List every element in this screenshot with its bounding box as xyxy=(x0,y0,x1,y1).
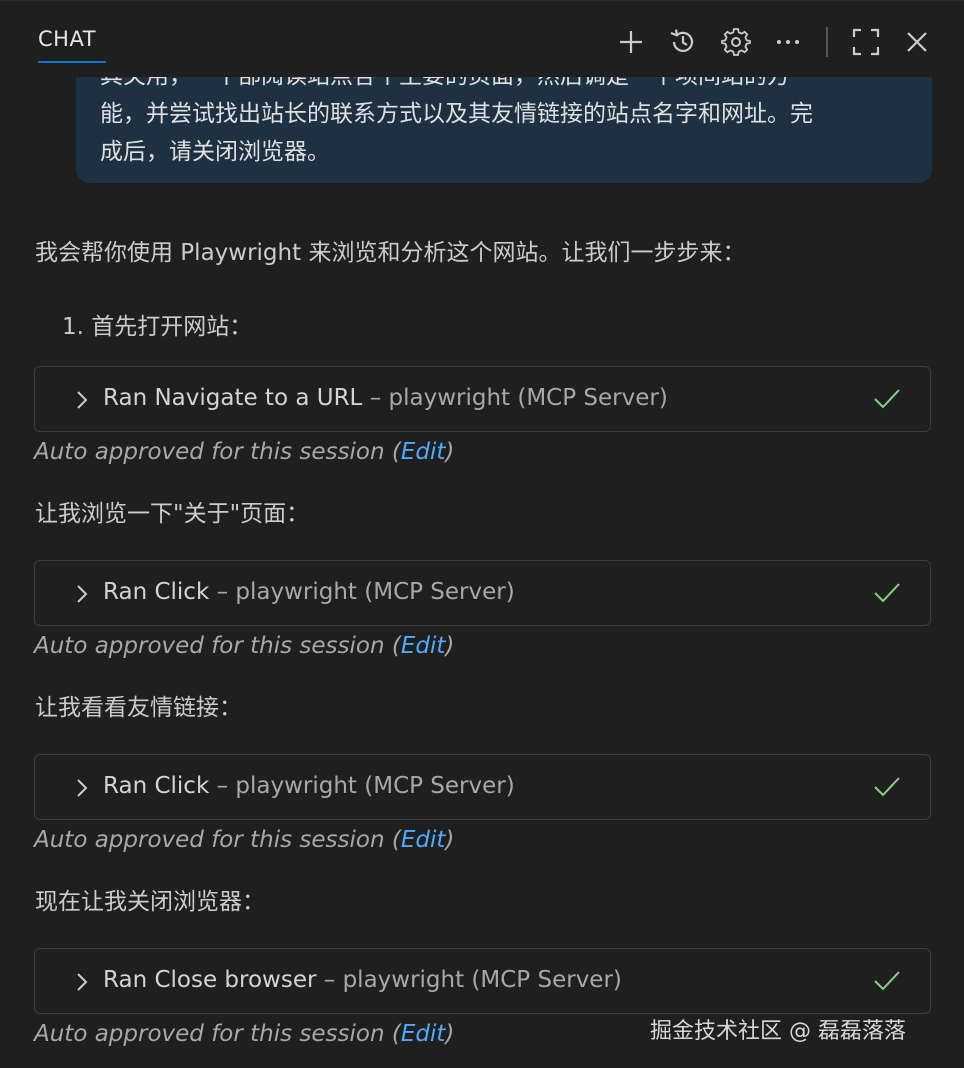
approved-text: Auto approved for this session ( xyxy=(34,827,401,853)
more-icon[interactable] xyxy=(772,25,804,59)
plus-icon[interactable] xyxy=(615,25,647,59)
user-message-line: 能，并尝试找出站长的联系方式以及其友情链接的站点名字和网址。完 xyxy=(100,101,813,127)
tool-call-name: Ran Click xyxy=(103,579,210,605)
response-paragraph-close: 现在让我关闭浏览器： xyxy=(35,889,265,915)
approved-text-end: ) xyxy=(445,439,455,465)
tool-call-click[interactable]: Ran Click – playwright (MCP Server) xyxy=(34,754,931,820)
edit-link[interactable]: Edit xyxy=(401,827,446,853)
chevron-right-icon xyxy=(77,391,88,409)
tab-active-indicator xyxy=(38,61,106,63)
tool-call-label: Ran Click – playwright (MCP Server) xyxy=(103,579,515,605)
auto-approved-note: Auto approved for this session (Edit) xyxy=(34,439,454,465)
auto-approved-note: Auto approved for this session (Edit) xyxy=(34,633,454,659)
tool-call-label: Ran Navigate to a URL – playwright (MCP … xyxy=(103,385,668,411)
check-icon xyxy=(874,583,900,603)
history-icon[interactable] xyxy=(667,25,699,59)
approved-text-end: ) xyxy=(445,1021,455,1047)
chat-panel: 其关用，一个部阅读站点各个主要的页面，然后调是一个项间站的方 能，并尝试找出站长… xyxy=(0,0,964,1068)
tool-call-navigate[interactable]: Ran Navigate to a URL – playwright (MCP … xyxy=(34,366,931,432)
header-separator xyxy=(826,27,828,57)
user-message-line: 成后，请关闭浏览器。 xyxy=(100,139,330,165)
edit-link[interactable]: Edit xyxy=(401,1021,446,1047)
response-paragraph-about: 让我浏览一下"关于"页面： xyxy=(35,501,310,527)
approved-text: Auto approved for this session ( xyxy=(34,633,401,659)
close-icon[interactable] xyxy=(901,25,933,59)
check-icon xyxy=(874,971,900,991)
tool-call-click[interactable]: Ran Click – playwright (MCP Server) xyxy=(34,560,931,626)
tool-call-label: Ran Click – playwright (MCP Server) xyxy=(103,773,515,799)
check-icon xyxy=(874,777,900,797)
tool-call-source: – playwright (MCP Server) xyxy=(216,579,515,605)
approved-text-end: ) xyxy=(445,633,455,659)
chat-header: CHAT xyxy=(0,1,964,77)
response-intro: 我会帮你使用 Playwright 来浏览和分析这个网站。让我们一步步来： xyxy=(35,240,746,266)
chevron-right-icon xyxy=(77,779,88,797)
chevron-right-icon xyxy=(77,973,88,991)
tool-call-source: – playwright (MCP Server) xyxy=(323,967,622,993)
response-step-1: 1. 首先打开网站： xyxy=(62,314,253,340)
edit-link[interactable]: Edit xyxy=(401,439,446,465)
maximize-icon[interactable] xyxy=(850,25,882,59)
tool-call-source: – playwright (MCP Server) xyxy=(369,385,668,411)
approved-text-end: ) xyxy=(445,827,455,853)
approved-text: Auto approved for this session ( xyxy=(34,1021,401,1047)
check-icon xyxy=(874,389,900,409)
tool-call-name: Ran Click xyxy=(103,773,210,799)
tab-chat[interactable]: CHAT xyxy=(38,27,96,51)
auto-approved-note: Auto approved for this session (Edit) xyxy=(34,1021,454,1047)
tool-call-name: Ran Close browser xyxy=(103,967,317,993)
tool-call-close-browser[interactable]: Ran Close browser – playwright (MCP Serv… xyxy=(34,948,931,1014)
tool-call-source: – playwright (MCP Server) xyxy=(216,773,515,799)
auto-approved-note: Auto approved for this session (Edit) xyxy=(34,827,454,853)
edit-link[interactable]: Edit xyxy=(401,633,446,659)
response-paragraph-links: 让我看看友情链接： xyxy=(35,695,242,721)
tool-call-label: Ran Close browser – playwright (MCP Serv… xyxy=(103,967,622,993)
watermark: 掘金技术社区 @ 磊磊落落 xyxy=(650,1019,906,1044)
gear-icon[interactable] xyxy=(720,25,752,59)
chevron-right-icon xyxy=(77,585,88,603)
tool-call-name: Ran Navigate to a URL xyxy=(103,385,363,411)
approved-text: Auto approved for this session ( xyxy=(34,439,401,465)
